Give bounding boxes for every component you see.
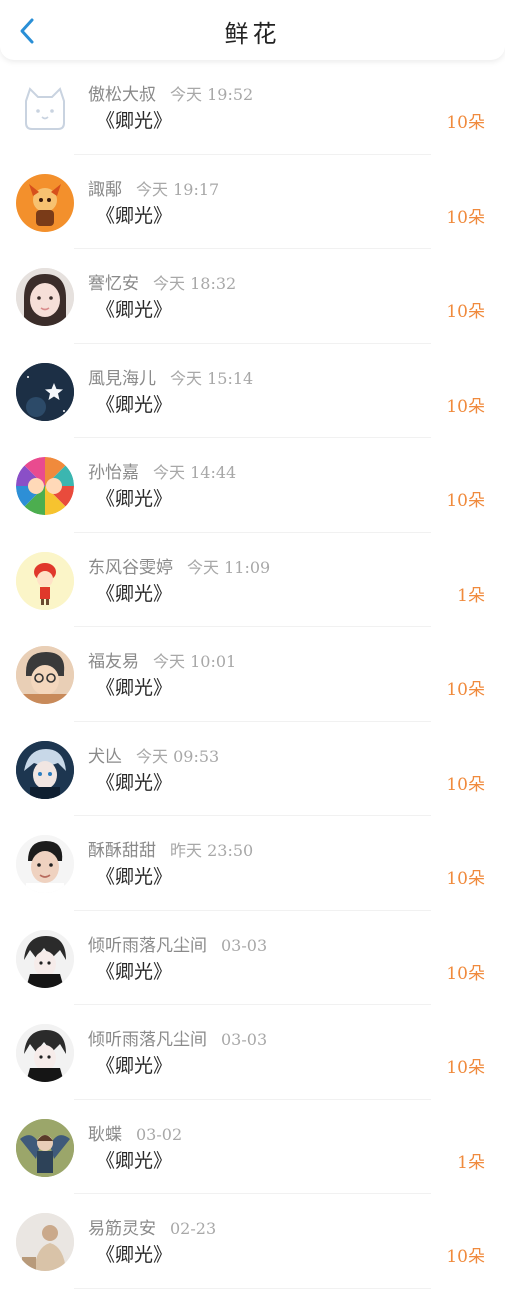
gift-time: 今天 19:17 <box>136 179 220 199</box>
flower-count: 10朵 <box>446 1058 485 1078</box>
avatar[interactable] <box>16 551 74 610</box>
sender-meta: 諏鄅 今天 19:17 <box>88 175 219 200</box>
sender-name: 倾听雨落凡尘间 <box>88 935 207 956</box>
gift-time: 今天 19:52 <box>170 85 254 104</box>
avatar[interactable] <box>16 1024 74 1082</box>
gift-row[interactable]: 东风谷雯婷 今天 11:09 《卿光》 1朵 <box>0 533 505 627</box>
gift-row[interactable]: 謇忆安 今天 18:32 《卿光》 10朵 <box>0 249 505 344</box>
gift-row[interactable]: 耿蝶 03-02 《卿光》 1朵 <box>0 1100 505 1194</box>
gift-row[interactable]: 孙怡嘉 今天 14:44 《卿光》 10朵 <box>0 438 505 533</box>
page-title: 鲜花 <box>224 20 281 48</box>
avatar[interactable] <box>16 79 74 137</box>
avatar[interactable] <box>16 1213 74 1271</box>
sender-meta: 东风谷雯婷 今天 11:09 <box>88 553 270 578</box>
gift-row[interactable]: 諏鄅 今天 19:17 《卿光》 10朵 <box>0 155 505 249</box>
sender-meta: 傲松大叔 今天 19:52 <box>88 80 253 105</box>
flower-count: 10朵 <box>446 963 485 984</box>
sender-meta: 謇忆安 今天 18:32 <box>88 269 236 294</box>
sender-meta: 易筋灵安 02-23 <box>88 1214 216 1239</box>
gift-list: 傲松大叔 今天 19:52 《卿光》 10朵 諏鄅 今天 19:17 《卿光》 10… <box>0 60 505 1289</box>
sender-meta: 犬亾 今天 09:53 <box>88 742 219 767</box>
gift-row[interactable]: 犬亾 今天 09:53 《卿光》 10朵 <box>0 722 505 816</box>
gift-time: 今天 11:09 <box>187 557 271 577</box>
flower-count: 10朵 <box>446 680 485 700</box>
gift-time: 昨天 23:50 <box>170 841 254 860</box>
flower-count: 1朵 <box>457 585 485 606</box>
gift-item-title: 《卿光》 <box>96 488 173 510</box>
gift-row[interactable]: 易筋灵安 02-23 《卿光》 10朵 <box>0 1194 505 1289</box>
avatar[interactable] <box>16 740 74 799</box>
sender-meta: 倾听雨落凡尘间 03-03 <box>88 931 267 956</box>
avatar[interactable] <box>16 1118 74 1177</box>
flower-count: 10朵 <box>446 869 485 889</box>
sender-meta: 風見海儿 今天 15:14 <box>88 364 253 389</box>
avatar[interactable] <box>16 457 74 515</box>
flower-count: 10朵 <box>446 774 485 795</box>
gift-time: 今天 10:01 <box>153 652 237 671</box>
sender-name: 耿蝶 <box>88 1124 122 1145</box>
gift-item-title: 《卿光》 <box>96 204 173 227</box>
gift-item-title: 《卿光》 <box>96 866 173 888</box>
gift-time: 今天 14:44 <box>153 463 237 482</box>
flower-count: 10朵 <box>446 207 485 228</box>
gift-row[interactable]: 傲松大叔 今天 19:52 《卿光》 10朵 <box>0 60 505 155</box>
gift-item-title: 《卿光》 <box>96 960 173 983</box>
avatar[interactable] <box>16 835 74 893</box>
sender-meta: 福友易 今天 10:01 <box>88 647 236 672</box>
flower-count: 10朵 <box>446 491 485 511</box>
sender-name: 諏鄅 <box>88 179 122 200</box>
sender-name: 酥酥甜甜 <box>88 841 156 861</box>
sender-meta: 倾听雨落凡尘间 03-03 <box>88 1025 267 1050</box>
gift-row[interactable]: 風見海儿 今天 15:14 《卿光》 10朵 <box>0 344 505 438</box>
gift-time: 03-02 <box>136 1124 183 1144</box>
sender-name: 福友易 <box>88 652 139 672</box>
flower-count: 10朵 <box>446 113 485 133</box>
avatar[interactable] <box>16 646 74 704</box>
gift-row[interactable]: 倾听雨落凡尘间 03-03 《卿光》 10朵 <box>0 911 505 1005</box>
sender-name: 傲松大叔 <box>88 85 156 105</box>
sender-name: 孙怡嘉 <box>88 463 139 483</box>
row-divider <box>74 1287 431 1289</box>
gift-time: 03-03 <box>221 1030 268 1049</box>
gift-item-title: 《卿光》 <box>96 1244 173 1266</box>
flower-count: 10朵 <box>446 1247 485 1267</box>
avatar[interactable] <box>16 268 74 326</box>
gift-item-title: 《卿光》 <box>96 1149 173 1172</box>
gift-row[interactable]: 倾听雨落凡尘间 03-03 《卿光》 10朵 <box>0 1005 505 1100</box>
flower-count: 10朵 <box>446 302 485 322</box>
flower-count: 10朵 <box>446 396 485 417</box>
gift-row[interactable]: 酥酥甜甜 昨天 23:50 《卿光》 10朵 <box>0 816 505 911</box>
sender-name: 風見海儿 <box>88 368 156 389</box>
sender-name: 謇忆安 <box>88 274 139 294</box>
sender-name: 易筋灵安 <box>88 1219 156 1239</box>
sender-name: 倾听雨落凡尘间 <box>88 1030 207 1050</box>
avatar[interactable] <box>16 362 74 421</box>
gift-row[interactable]: 福友易 今天 10:01 《卿光》 10朵 <box>0 627 505 722</box>
gift-time: 今天 15:14 <box>170 368 254 388</box>
gift-time: 03-03 <box>221 935 268 955</box>
avatar[interactable] <box>16 929 74 988</box>
gift-item-title: 《卿光》 <box>96 677 173 699</box>
sender-name: 东风谷雯婷 <box>88 557 173 578</box>
sender-name: 犬亾 <box>88 746 122 767</box>
gift-item-title: 《卿光》 <box>96 110 173 132</box>
top-bar: 鲜花 <box>0 0 505 60</box>
gift-item-title: 《卿光》 <box>96 582 173 605</box>
sender-meta: 酥酥甜甜 昨天 23:50 <box>88 836 253 861</box>
gift-item-title: 《卿光》 <box>96 393 173 416</box>
gift-time: 今天 18:32 <box>153 274 237 293</box>
gift-time: 02-23 <box>170 1219 217 1238</box>
gift-time: 今天 09:53 <box>136 746 220 766</box>
flower-count: 1朵 <box>457 1152 485 1173</box>
gift-item-title: 《卿光》 <box>96 299 173 321</box>
gift-item-title: 《卿光》 <box>96 1055 173 1077</box>
sender-meta: 孙怡嘉 今天 14:44 <box>88 458 236 483</box>
sender-meta: 耿蝶 03-02 <box>88 1120 182 1145</box>
gift-item-title: 《卿光》 <box>96 771 173 794</box>
avatar[interactable] <box>16 173 74 232</box>
